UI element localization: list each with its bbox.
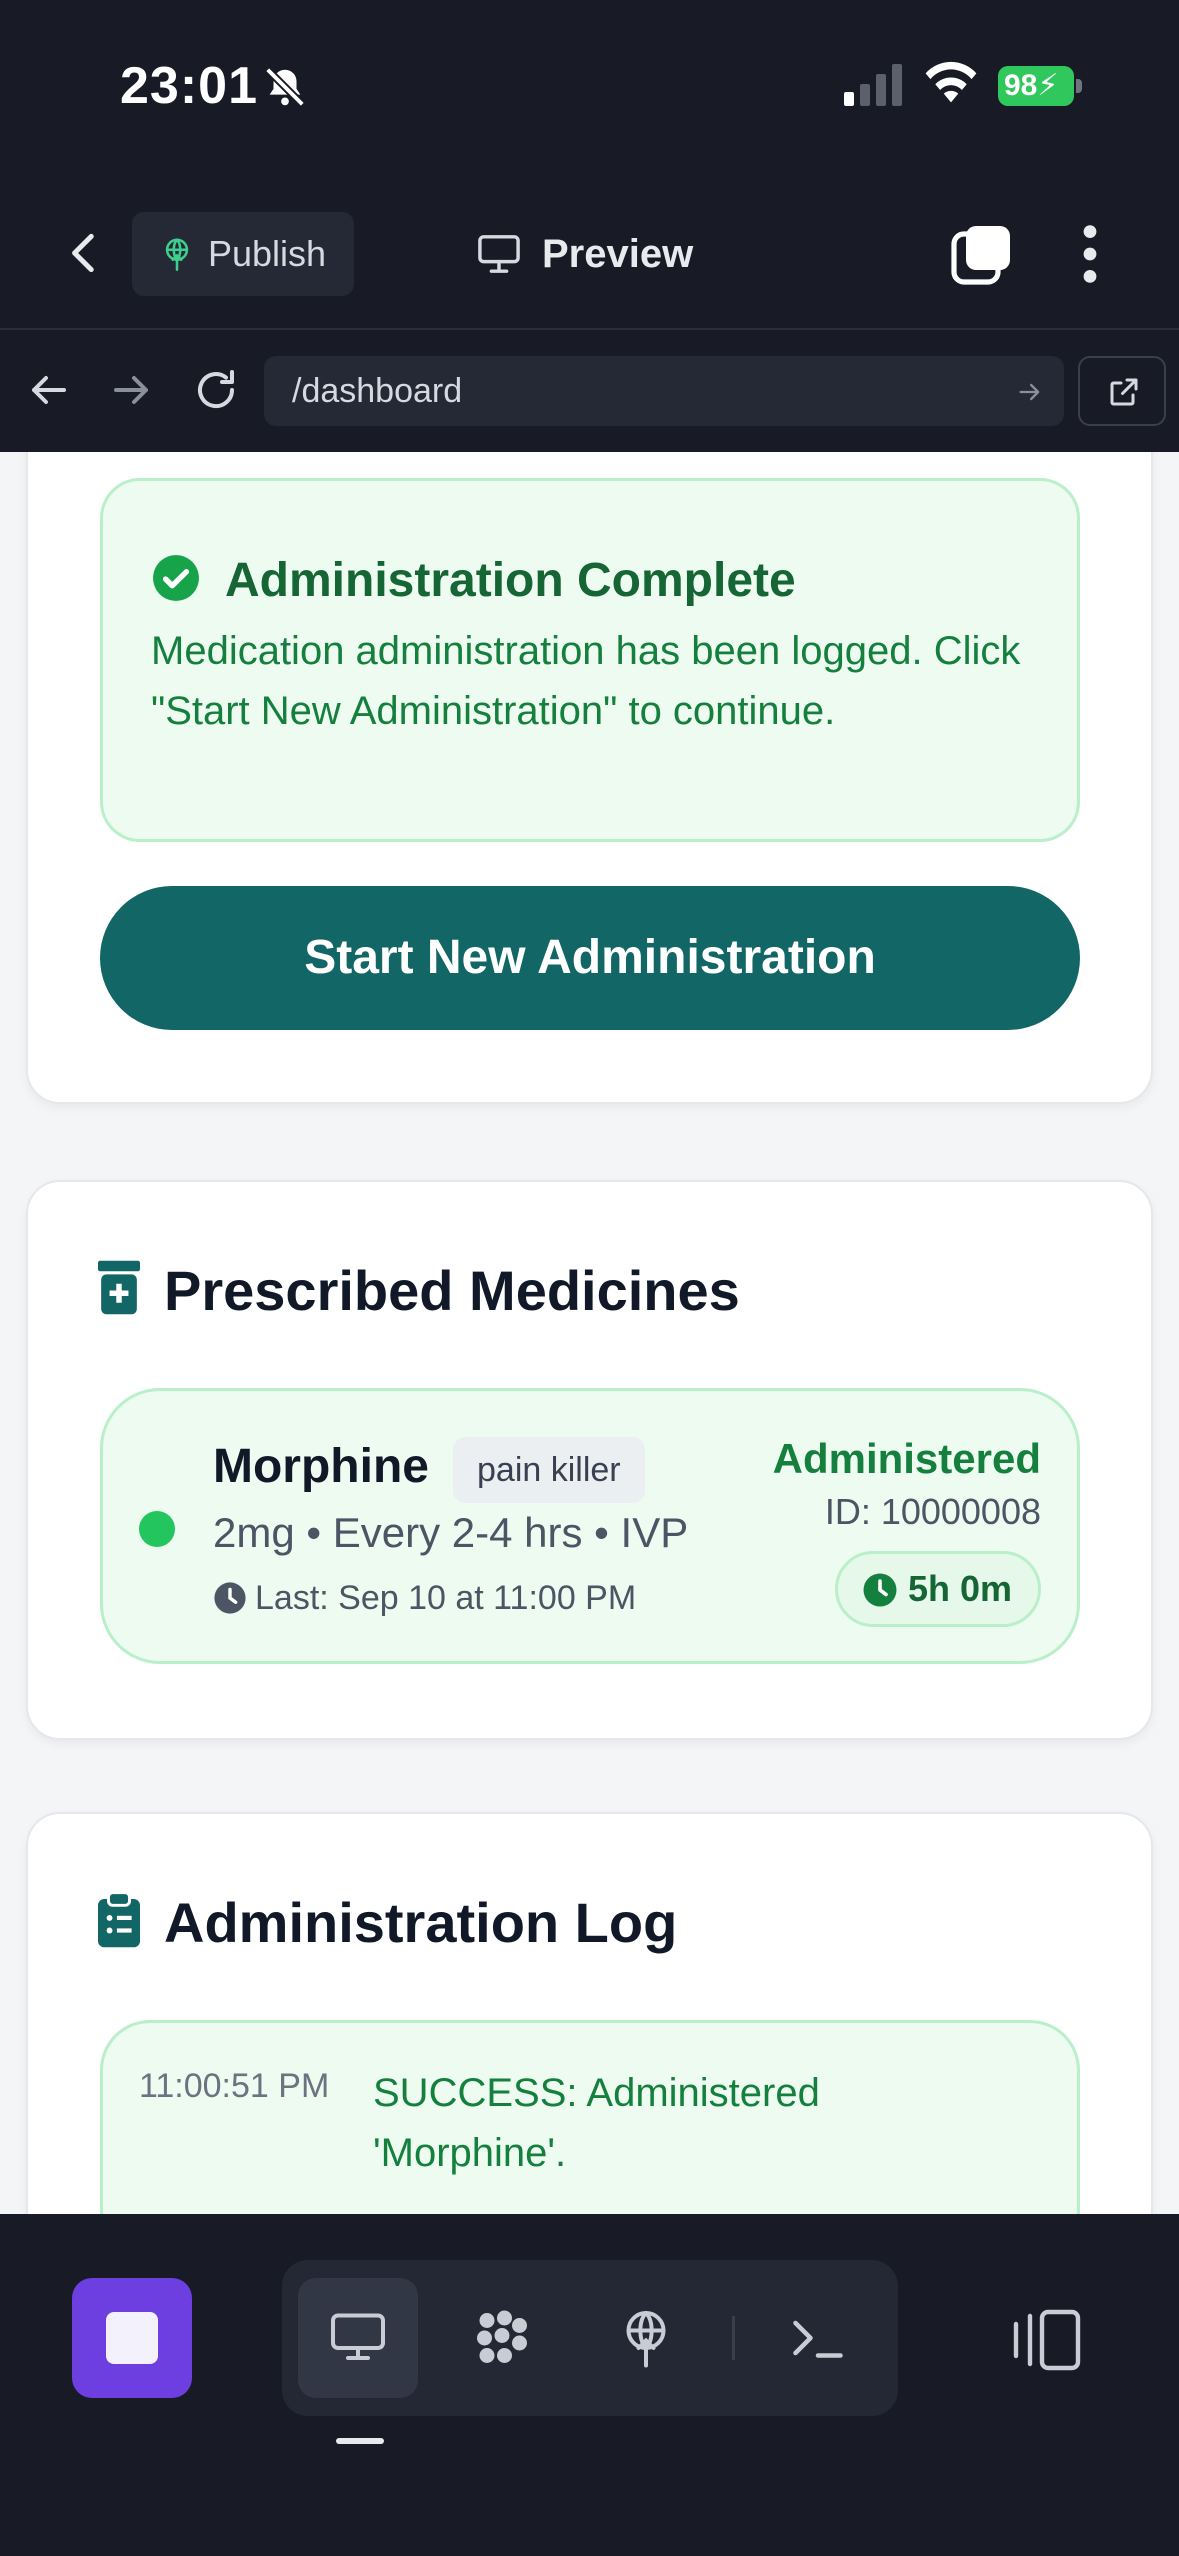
- preview-label: Preview: [542, 231, 694, 276]
- clock-icon: [214, 1582, 246, 1614]
- medicine-status: Administered: [772, 1435, 1041, 1482]
- reload-icon[interactable]: [192, 366, 240, 414]
- status-time: 23:01: [120, 57, 258, 115]
- preview-button[interactable]: Preview: [476, 212, 693, 296]
- go-arrow-icon[interactable]: [1016, 378, 1044, 406]
- browser-url-bar: /dashboard: [0, 330, 1179, 452]
- tool-switcher: [282, 2260, 898, 2416]
- success-message: Medication administration has been logge…: [151, 629, 1021, 733]
- tabs-icon[interactable]: [950, 222, 1014, 286]
- log-entry-message: SUCCESS: Administered 'Morphine'.: [373, 2071, 820, 2175]
- medicine-name: Morphine: [213, 1440, 429, 1493]
- medicine-id: ID: 10000008: [824, 1491, 1041, 1532]
- more-icon[interactable]: [1070, 222, 1110, 286]
- page-content: Administration Complete Medication admin…: [0, 452, 1179, 2214]
- success-alert: Administration Complete Medication admin…: [100, 478, 1080, 842]
- url-input[interactable]: /dashboard: [264, 356, 1064, 426]
- bottom-toolbar: [0, 2214, 1179, 2556]
- status-dot: [139, 1511, 175, 1547]
- stop-button[interactable]: [72, 2278, 192, 2398]
- open-external-button[interactable]: [1078, 356, 1166, 426]
- publish-icon: [165, 238, 189, 271]
- success-title: Administration Complete: [225, 554, 796, 607]
- url-text: /dashboard: [292, 372, 463, 410]
- monitor-icon: [478, 235, 520, 273]
- prescribed-medicines-card: Prescribed Medicines Morphine pain kille…: [26, 1180, 1153, 1740]
- administration-log-card: Administration Log 11:00:51 PM SUCCESS: …: [26, 1812, 1153, 2214]
- clipboard-list-icon: [98, 1892, 140, 1948]
- log-entry-time: 11:00:51 PM: [139, 2067, 330, 2105]
- stop-icon: [106, 2312, 158, 2364]
- check-circle-icon: [153, 555, 199, 601]
- arrow-left-icon[interactable]: [24, 366, 72, 414]
- pill-bottle-icon: [98, 1260, 140, 1315]
- status-bar: 23:01 98⚡: [0, 0, 1179, 200]
- panel-icon[interactable]: [1010, 2308, 1082, 2372]
- signal-icon: [844, 64, 902, 106]
- external-link-icon: [1110, 378, 1138, 406]
- log-entry: 11:00:51 PM SUCCESS: Administered 'Morph…: [100, 2020, 1080, 2214]
- bell-off-icon: [265, 67, 305, 107]
- medicine-dose: 2mg • Every 2-4 hrs • IVP: [213, 1509, 689, 1556]
- active-tab-indicator: [336, 2438, 384, 2444]
- publish-label: Publish: [208, 233, 327, 274]
- administration-card: Administration Complete Medication admin…: [26, 452, 1153, 1104]
- next-dose-timer: 5h 0m: [834, 1551, 1041, 1627]
- workspace-tool-button[interactable]: [442, 2278, 562, 2398]
- publish-tool-button[interactable]: [586, 2278, 706, 2398]
- start-new-administration-button[interactable]: Start New Administration: [100, 886, 1080, 1030]
- arrow-right-icon[interactable]: [108, 366, 156, 414]
- terminal-tool-button[interactable]: [758, 2278, 878, 2398]
- medicine-last-given: Last: Sep 10 at 11:00 PM: [255, 1579, 637, 1617]
- timer-text: 5h 0m: [907, 1568, 1012, 1609]
- clock-icon: [863, 1573, 897, 1607]
- publish-button[interactable]: Publish: [132, 212, 354, 296]
- preview-tool-button[interactable]: [298, 2278, 418, 2398]
- back-icon[interactable]: [60, 228, 110, 278]
- administration-log-title: Administration Log: [164, 1891, 678, 1954]
- terminal-icon: [793, 2320, 843, 2358]
- grid-icon: [477, 2310, 527, 2363]
- wifi-icon: [925, 61, 977, 103]
- prescribed-medicines-title: Prescribed Medicines: [164, 1259, 740, 1322]
- app-bar: Publish Preview: [0, 200, 1179, 330]
- monitor-icon: [331, 2313, 385, 2360]
- toolbar-divider: [732, 2316, 735, 2360]
- publish-icon: [626, 2311, 666, 2368]
- medicine-category-badge: pain killer: [453, 1437, 645, 1503]
- battery-level: 98: [1004, 69, 1038, 102]
- battery-icon: 98⚡: [998, 66, 1082, 106]
- medicine-item[interactable]: Morphine pain killer 2mg • Every 2-4 hrs…: [100, 1388, 1080, 1664]
